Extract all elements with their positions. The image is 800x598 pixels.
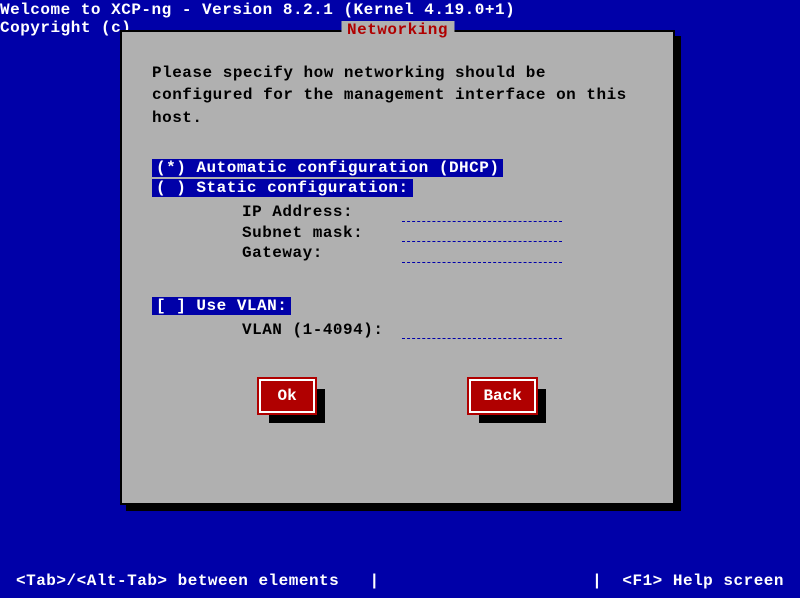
radio-dhcp[interactable]: (*) Automatic configuration (DHCP) (152, 159, 503, 177)
vlan-input[interactable] (402, 321, 562, 339)
mask-row: Subnet mask: (242, 224, 643, 243)
networking-dialog: Networking Please specify how networking… (120, 30, 675, 505)
ip-label: IP Address: (242, 203, 402, 221)
vlan-label: VLAN (1-4094): (242, 321, 402, 339)
dialog-title: Networking (341, 21, 454, 39)
vlan-group: [ ] Use VLAN: (152, 297, 643, 317)
welcome-line: Welcome to XCP-ng - Version 8.2.1 (Kerne… (0, 1, 800, 19)
ok-button[interactable]: Ok (259, 379, 315, 413)
radio-group: (*) Automatic configuration (DHCP) ( ) S… (152, 159, 643, 199)
ip-input[interactable] (402, 204, 562, 222)
prompt-text: Please specify how networking should be … (152, 62, 643, 129)
footer-right: | <F1> Help screen (592, 572, 784, 590)
vlan-checkbox[interactable]: [ ] Use VLAN: (152, 297, 291, 315)
mask-input[interactable] (402, 224, 562, 242)
mask-label: Subnet mask: (242, 224, 402, 242)
gateway-input[interactable] (402, 245, 562, 263)
radio-static[interactable]: ( ) Static configuration: (152, 179, 413, 197)
gateway-row: Gateway: (242, 244, 643, 263)
back-button[interactable]: Back (469, 379, 535, 413)
vlan-row: VLAN (1-4094): (242, 321, 643, 340)
dialog-body: Please specify how networking should be … (122, 32, 673, 413)
footer-left: <Tab>/<Alt-Tab> between elements | (16, 572, 380, 590)
gateway-label: Gateway: (242, 244, 402, 262)
ip-row: IP Address: (242, 203, 643, 222)
button-row: Ok Back (152, 379, 643, 413)
footer: <Tab>/<Alt-Tab> between elements | | <F1… (0, 572, 800, 590)
